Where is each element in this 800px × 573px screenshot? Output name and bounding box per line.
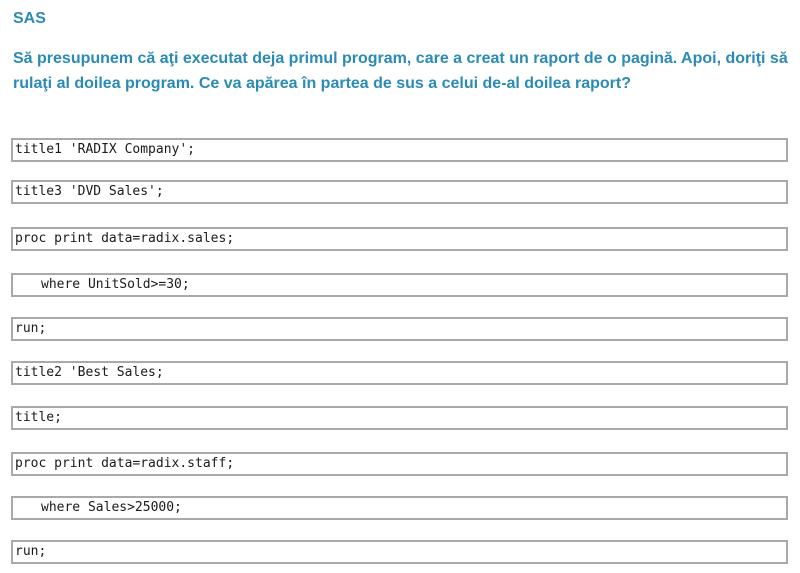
code-line-5: run; [11, 317, 788, 341]
code-line-6: title2 'Best Sales; [11, 361, 788, 385]
code-line-1: title1 'RADIX Company'; [11, 138, 788, 162]
code-line-8: proc print data=radix.staff; [11, 452, 788, 476]
code-line-7: title; [11, 406, 788, 430]
code-line-10: run; [11, 540, 788, 564]
code-line-3: proc print data=radix.sales; [11, 227, 788, 251]
section-title: SAS [13, 10, 46, 27]
code-line-9: where Sales>25000; [11, 496, 788, 520]
code-line-4: where UnitSold>=30; [11, 273, 788, 297]
page: SAS Să presupunem că aţi executat deja p… [0, 0, 800, 573]
code-line-2: title3 'DVD Sales'; [11, 180, 788, 204]
question-text: Să presupunem că aţi executat deja primu… [13, 50, 788, 92]
